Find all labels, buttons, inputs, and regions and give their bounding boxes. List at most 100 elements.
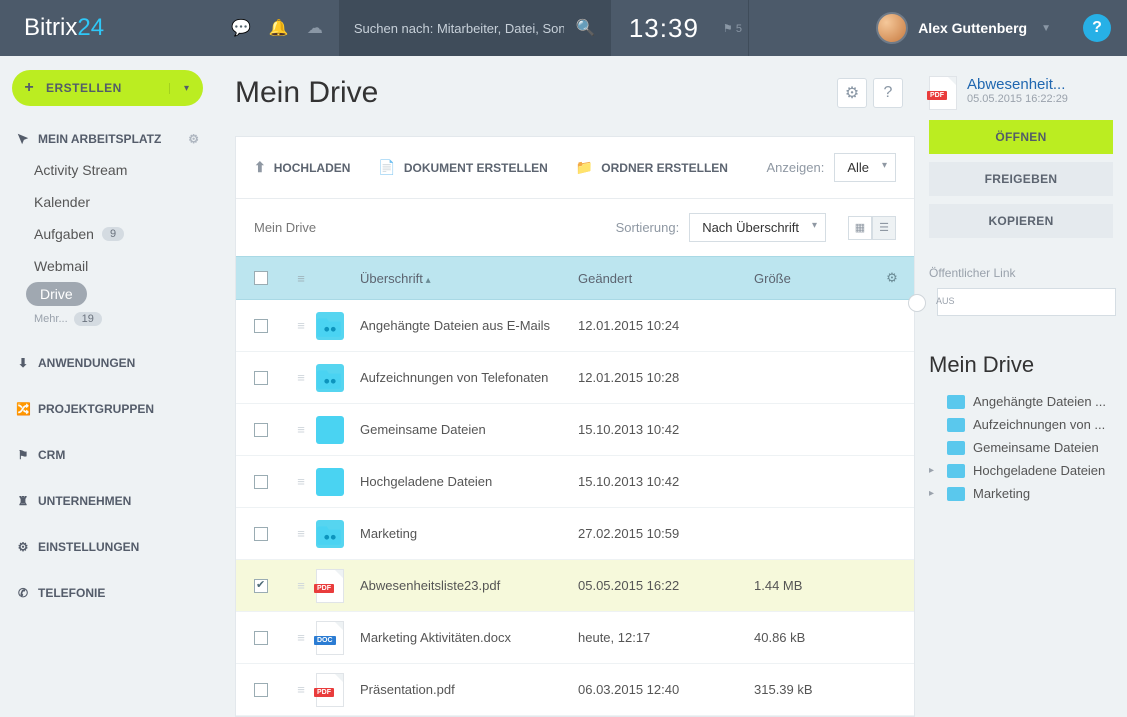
drag-handle[interactable]: ≡ bbox=[286, 422, 316, 437]
drag-handle[interactable]: ≡ bbox=[286, 682, 316, 697]
flag-count[interactable]: ⚑ 5 bbox=[717, 22, 748, 35]
chevron-down-icon[interactable]: ▾ bbox=[169, 83, 203, 94]
nav-section[interactable]: 🔀PROJEKTGRUPPEN bbox=[12, 394, 203, 424]
row-checkbox[interactable] bbox=[254, 423, 268, 437]
row-checkbox[interactable] bbox=[254, 371, 268, 385]
share-button[interactable]: FREIGEBEN bbox=[929, 162, 1113, 196]
filter-select[interactable]: Alle bbox=[834, 153, 896, 182]
nav-section[interactable]: ⚙EINSTELLUNGEN bbox=[12, 532, 203, 562]
row-checkbox[interactable] bbox=[254, 319, 268, 333]
tree-item[interactable]: ▸Marketing bbox=[929, 482, 1113, 505]
file-card: PDF Abwesenheit... 05.05.2015 16:22:29 bbox=[929, 76, 1113, 110]
search-input[interactable] bbox=[354, 21, 564, 36]
select-all-checkbox[interactable] bbox=[254, 271, 268, 285]
sidebar-item[interactable]: Webmail bbox=[12, 250, 203, 282]
search-icon[interactable]: 🔍 bbox=[576, 18, 596, 38]
tree-item[interactable]: Gemeinsame Dateien bbox=[929, 436, 1113, 459]
table-row[interactable]: ≡DOCMarketing Aktivitäten.docxheute, 12:… bbox=[236, 612, 914, 664]
col-modified[interactable]: Geändert bbox=[578, 271, 754, 286]
nav-section[interactable]: ♜UNTERNEHMEN bbox=[12, 486, 203, 516]
table-row[interactable]: ≡PDFPräsentation.pdf06.03.2015 12:40315.… bbox=[236, 664, 914, 716]
table-row[interactable]: ≡Hochgeladene Dateien15.10.2013 10:42 bbox=[236, 456, 914, 508]
folder-icon bbox=[947, 418, 965, 432]
public-link-toggle-row: AUS bbox=[929, 288, 1113, 316]
drag-handle[interactable]: ≡ bbox=[286, 630, 316, 645]
tree-label: Gemeinsame Dateien bbox=[973, 440, 1099, 455]
row-checkbox[interactable] bbox=[254, 475, 268, 489]
new-document-button[interactable]: 📄DOKUMENT ERSTELLEN bbox=[378, 159, 547, 176]
sidebar-item-drive[interactable]: Drive bbox=[26, 282, 87, 306]
public-link-input[interactable] bbox=[937, 288, 1116, 316]
drag-handle[interactable]: ≡ bbox=[286, 318, 316, 333]
row-checkbox[interactable] bbox=[254, 631, 268, 645]
tree-item[interactable]: ▸ Hochgeladene Dateien bbox=[929, 459, 1113, 482]
file-date: 05.05.2015 16:22:29 bbox=[967, 93, 1068, 105]
create-button[interactable]: + ERSTELLEN ▾ bbox=[12, 70, 203, 106]
settings-button[interactable]: ⚙ bbox=[837, 78, 867, 108]
table-header: ≡ Überschrift Geändert Größe ⚙ bbox=[236, 256, 914, 300]
file-modified: 06.03.2015 12:40 bbox=[578, 682, 754, 697]
divider bbox=[748, 0, 749, 56]
view-list-button[interactable]: ☰ bbox=[872, 216, 896, 240]
phone-icon: ✆ bbox=[16, 586, 30, 600]
folder-icon bbox=[947, 395, 965, 409]
sort-select[interactable]: Nach Überschrift bbox=[689, 213, 826, 242]
tree-label: Hochgeladene Dateien bbox=[973, 463, 1105, 478]
help-button[interactable]: ? bbox=[1083, 14, 1111, 42]
bell-icon[interactable]: 🔔 bbox=[269, 18, 289, 38]
row-checkbox[interactable] bbox=[254, 683, 268, 697]
col-name[interactable]: Überschrift bbox=[360, 271, 578, 286]
drag-handle[interactable]: ≡ bbox=[286, 474, 316, 489]
folder-icon bbox=[947, 487, 965, 501]
gear-icon[interactable]: ⚙ bbox=[188, 132, 199, 146]
drag-handle[interactable]: ≡ bbox=[286, 526, 316, 541]
chevron-down-icon: ▼ bbox=[1041, 23, 1051, 34]
logo[interactable]: Bitrix24 bbox=[0, 14, 215, 42]
table-row[interactable]: ≡Aufzeichnungen von Telefonaten12.01.201… bbox=[236, 352, 914, 404]
table-row[interactable]: ≡PDFAbwesenheitsliste23.pdf05.05.2015 16… bbox=[236, 560, 914, 612]
tree-item[interactable]: Angehängte Dateien ... bbox=[929, 390, 1113, 413]
copy-button[interactable]: KOPIEREN bbox=[929, 204, 1113, 238]
col-size[interactable]: Größe bbox=[754, 271, 870, 286]
clock[interactable]: 13:39 bbox=[611, 13, 717, 44]
tree-item[interactable]: Aufzeichnungen von ... bbox=[929, 413, 1113, 436]
search-box[interactable]: 🔍 bbox=[340, 0, 610, 56]
sidebar-item[interactable]: Aufgaben9 bbox=[12, 218, 203, 250]
row-checkbox[interactable] bbox=[254, 527, 268, 541]
user-menu[interactable]: Alex Guttenberg ▼ bbox=[860, 12, 1067, 44]
user-name: Alex Guttenberg bbox=[918, 20, 1027, 36]
pdf-icon: PDF bbox=[316, 569, 344, 603]
table-row[interactable]: ≡Gemeinsame Dateien15.10.2013 10:42 bbox=[236, 404, 914, 456]
sidebar-item[interactable]: Activity Stream bbox=[12, 154, 203, 186]
nav-head-workspace[interactable]: MEIN ARBEITSPLATZ ⚙ bbox=[12, 124, 203, 154]
chat-icon[interactable]: 💬 bbox=[231, 18, 251, 38]
cloud-icon[interactable]: ☁ bbox=[307, 18, 323, 38]
nav-workspace: MEIN ARBEITSPLATZ ⚙ Activity StreamKalen… bbox=[12, 124, 203, 332]
breadcrumb[interactable]: Mein Drive bbox=[254, 220, 316, 235]
nav-section[interactable]: ⬇ANWENDUNGEN bbox=[12, 348, 203, 378]
view-grid-button[interactable]: ▦ bbox=[848, 216, 872, 240]
main: Mein Drive ⚙ ? ⬆HOCHLADEN 📄DOKUMENT ERST… bbox=[215, 56, 1127, 717]
new-folder-button[interactable]: 📁ORDNER ERSTELLEN bbox=[576, 159, 728, 176]
table-row[interactable]: ≡Marketing27.02.2015 10:59 bbox=[236, 508, 914, 560]
table-row[interactable]: ≡Angehängte Dateien aus E-Mails12.01.201… bbox=[236, 300, 914, 352]
drag-handle[interactable]: ≡ bbox=[286, 578, 316, 593]
download-icon: ⬇ bbox=[16, 356, 30, 370]
upload-button[interactable]: ⬆HOCHLADEN bbox=[254, 159, 350, 176]
file-name-link[interactable]: Abwesenheit... bbox=[967, 76, 1068, 93]
row-checkbox[interactable] bbox=[254, 579, 268, 593]
open-button[interactable]: ÖFFNEN bbox=[929, 120, 1113, 154]
file-modified: 12.01.2015 10:28 bbox=[578, 370, 754, 385]
drag-handle[interactable]: ≡ bbox=[286, 370, 316, 385]
nav-section[interactable]: ⚑CRM bbox=[12, 440, 203, 470]
nav-section[interactable]: ✆TELEFONIE bbox=[12, 578, 203, 608]
expand-icon[interactable]: ▸ bbox=[929, 488, 939, 499]
folder-icon: 📁 bbox=[576, 159, 593, 176]
sidebar-item[interactable]: Kalender bbox=[12, 186, 203, 218]
nav-more[interactable]: Mehr... 19 bbox=[12, 306, 203, 332]
crumb-bar: Mein Drive Sortierung: Nach Überschrift … bbox=[236, 199, 914, 256]
help-icon-button[interactable]: ? bbox=[873, 78, 903, 108]
table-settings-icon[interactable]: ⚙ bbox=[870, 270, 914, 286]
document-icon: 📄 bbox=[378, 159, 395, 176]
expand-icon[interactable]: ▸ bbox=[929, 465, 939, 476]
